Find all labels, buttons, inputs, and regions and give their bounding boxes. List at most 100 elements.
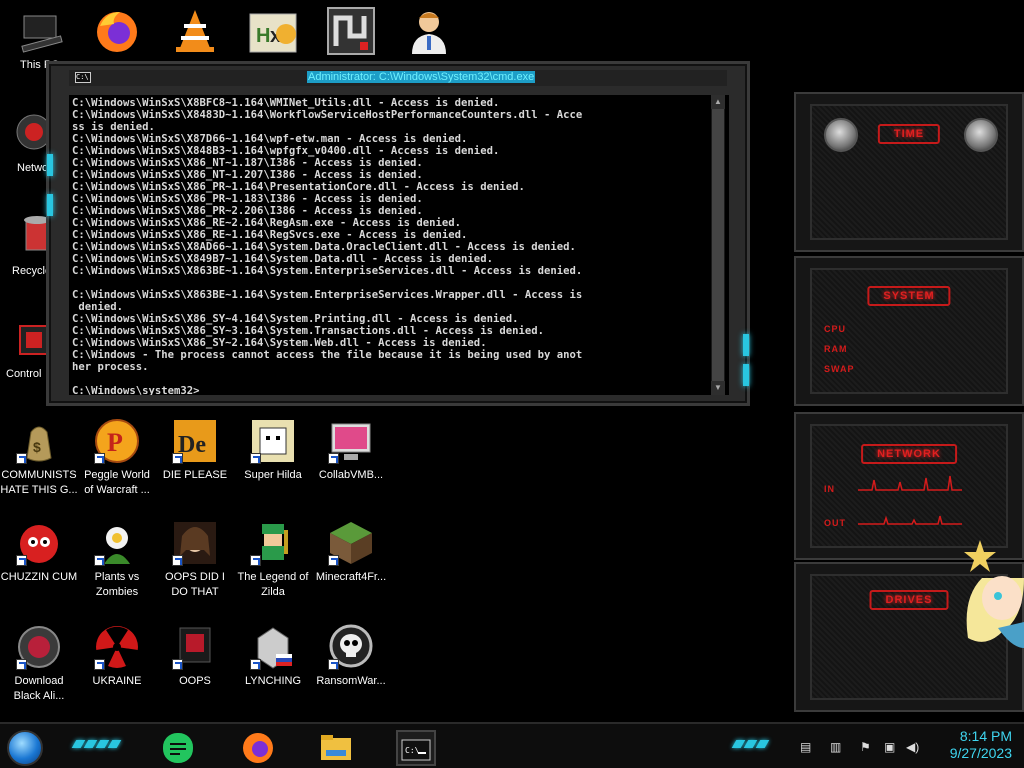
firefox-icon: [243, 733, 273, 763]
desktop-icon-super-hilda[interactable]: Super Hilda: [234, 418, 312, 483]
taskbar-app-cmd[interactable]: C:\: [396, 730, 436, 766]
desktop-icon-label: Download Black Ali...: [13, 675, 65, 702]
vlc-desktop-icon[interactable]: [170, 6, 220, 56]
gadget-system[interactable]: SYSTEM CPU RAM SWAP: [794, 256, 1024, 406]
this-pc-icon: [21, 15, 63, 53]
cmd-icon: C:\: [401, 739, 431, 761]
desktop-icon-communists[interactable]: $ COMMUNISTS HATE THIS G...: [0, 418, 78, 498]
plant-icon: [94, 520, 140, 566]
gadget-title: DRIVES: [869, 590, 949, 610]
cmd-console[interactable]: C:\Windows\WinSxS\X8BFC8~1.164\WMINet_Ut…: [69, 95, 729, 395]
desktop-icon-label: Super Hilda: [244, 469, 302, 481]
cmd-window[interactable]: C:\ Administrator: C:\Windows\System32\c…: [46, 61, 750, 406]
clock-date: 9/27/2023: [949, 745, 1012, 761]
desktop-icon-ukraine[interactable]: UKRAINE: [78, 624, 156, 689]
desktop-icon-label: Peggle World of Warcraft ...: [84, 469, 150, 496]
taskbar-app-explorer[interactable]: [318, 730, 354, 766]
gadget-title: NETWORK: [861, 444, 957, 464]
flag-icon[interactable]: ⚑: [860, 740, 871, 754]
desktop-icon-lynching[interactable]: LYNCHING: [234, 624, 312, 689]
zelda-icon: [250, 520, 296, 566]
desktop-icon-zilda[interactable]: The Legend of Zilda: [234, 520, 312, 600]
start-button[interactable]: [7, 730, 43, 766]
alien-head-icon: [964, 118, 998, 152]
desktop-icon-oops[interactable]: OOPS: [156, 624, 234, 689]
scroll-down-arrow-icon[interactable]: ▼: [711, 381, 725, 395]
gadget-title: TIME: [877, 124, 941, 144]
hxd-desktop-icon[interactable]: H x: [248, 8, 298, 58]
monitor-icon: [328, 418, 374, 464]
star-character-icon[interactable]: [962, 538, 1024, 658]
desktop-icon-ransomware[interactable]: RansomWar...: [312, 624, 390, 689]
frame-accent-right: [743, 364, 749, 386]
taskbar-app-firefox[interactable]: [240, 730, 276, 766]
portrait-icon: [172, 520, 218, 566]
svg-text:H: H: [256, 25, 270, 47]
svg-text:$: $: [33, 439, 41, 455]
desktop-icon-black-alien[interactable]: Download Black Ali...: [0, 624, 78, 704]
desktop-icon-label: COMMUNISTS HATE THIS G...: [0, 469, 78, 496]
taskbar-accent: [731, 740, 770, 750]
vlc-cone-icon: [176, 10, 214, 52]
cmd-icon[interactable]: C:\: [75, 72, 91, 83]
cmd-title: Administrator: C:\Windows\System32\cmd.e…: [307, 71, 536, 83]
alien-icon: [16, 624, 62, 670]
lynching-icon: [250, 624, 296, 670]
cpu-label: CPU: [824, 324, 847, 334]
frame-accent-left: [47, 154, 53, 176]
skull-icon: [328, 624, 374, 670]
desktop-icon-label: CollabVMB...: [318, 469, 384, 481]
network-label: Netwo: [17, 162, 49, 174]
peggle-icon: P: [94, 418, 140, 464]
svg-text:C:\: C:\: [405, 746, 420, 755]
desktop-icon-collabvm[interactable]: CollabVMB...: [312, 418, 390, 483]
money-bag-icon: $: [16, 418, 62, 464]
firefox-icon: [97, 12, 137, 52]
frame-accent-left: [47, 194, 53, 216]
network-icon[interactable]: ▣: [884, 740, 895, 754]
tray-gpu-icon[interactable]: ▥: [830, 740, 841, 754]
desktop-icon-oops-did-i[interactable]: OOPS DID I DO THAT: [156, 520, 234, 600]
alien-head-icon: [824, 118, 858, 152]
desktop-icon-pvz[interactable]: Plants vs Zombies: [78, 520, 156, 600]
doctor-desktop-icon[interactable]: [404, 6, 454, 56]
chat-bubble-icon: [163, 733, 193, 763]
firefox-desktop-icon[interactable]: [92, 6, 142, 56]
gadget-title: SYSTEM: [867, 286, 951, 306]
frame-accent-right: [743, 334, 749, 356]
desktop-icon-label: OOPS DID I DO THAT: [165, 571, 225, 598]
desktop-icon-die-please[interactable]: De DIE PLEASE: [156, 418, 234, 483]
network-out-graph: [858, 515, 962, 525]
folder-icon: [321, 735, 351, 760]
chuzzle-icon: [16, 520, 62, 566]
gadget-time[interactable]: TIME: [794, 92, 1024, 252]
desktop-icon-minecraft[interactable]: Minecraft4Fr...: [312, 520, 390, 585]
doctor-icon: [412, 12, 446, 54]
desktop-icon-label: OOPS: [179, 675, 211, 687]
desktop-icon-peggle[interactable]: P Peggle World of Warcraft ...: [78, 418, 156, 498]
taskbar: C:\ ▤ ▥ ⚑ ▣ ◀) 8:14 PM 9/27/2023: [0, 722, 1024, 768]
cmd-scrollbar[interactable]: ▲ ▼: [711, 95, 725, 395]
desktop-icon-label: UKRAINE: [92, 675, 142, 687]
maze-desktop-icon[interactable]: [326, 6, 376, 56]
desktop-icon-label: The Legend of Zilda: [237, 571, 309, 598]
scroll-up-arrow-icon[interactable]: ▲: [711, 95, 725, 109]
control-panel-label: Control: [6, 368, 42, 380]
network-in-label: IN: [824, 484, 835, 494]
desktop-icon-label: Minecraft4Fr...: [315, 571, 387, 583]
desktop-icon-label: LYNCHING: [244, 675, 302, 687]
svg-text:P: P: [107, 428, 123, 457]
cmd-output: C:\Windows\WinSxS\X8BFC8~1.164\WMINet_Ut…: [72, 97, 583, 395]
desktop-icon-label: DIE PLEASE: [162, 469, 228, 481]
cmd-titlebar[interactable]: C:\ Administrator: C:\Windows\System32\c…: [69, 70, 727, 86]
volume-icon[interactable]: ◀): [906, 740, 919, 754]
top-icon-1[interactable]: [18, 8, 68, 58]
taskbar-app-chat[interactable]: [160, 730, 196, 766]
taskbar-accent: [71, 740, 122, 750]
hxd-icon: H x: [249, 13, 297, 53]
taskbar-clock[interactable]: 8:14 PM 9/27/2023: [950, 728, 1012, 762]
scroll-thumb[interactable]: [712, 109, 724, 381]
tray-stripes-icon[interactable]: ▤: [800, 740, 811, 754]
hilda-icon: [250, 418, 296, 464]
desktop-icon-chuzzin[interactable]: CHUZZIN CUM: [0, 520, 78, 585]
